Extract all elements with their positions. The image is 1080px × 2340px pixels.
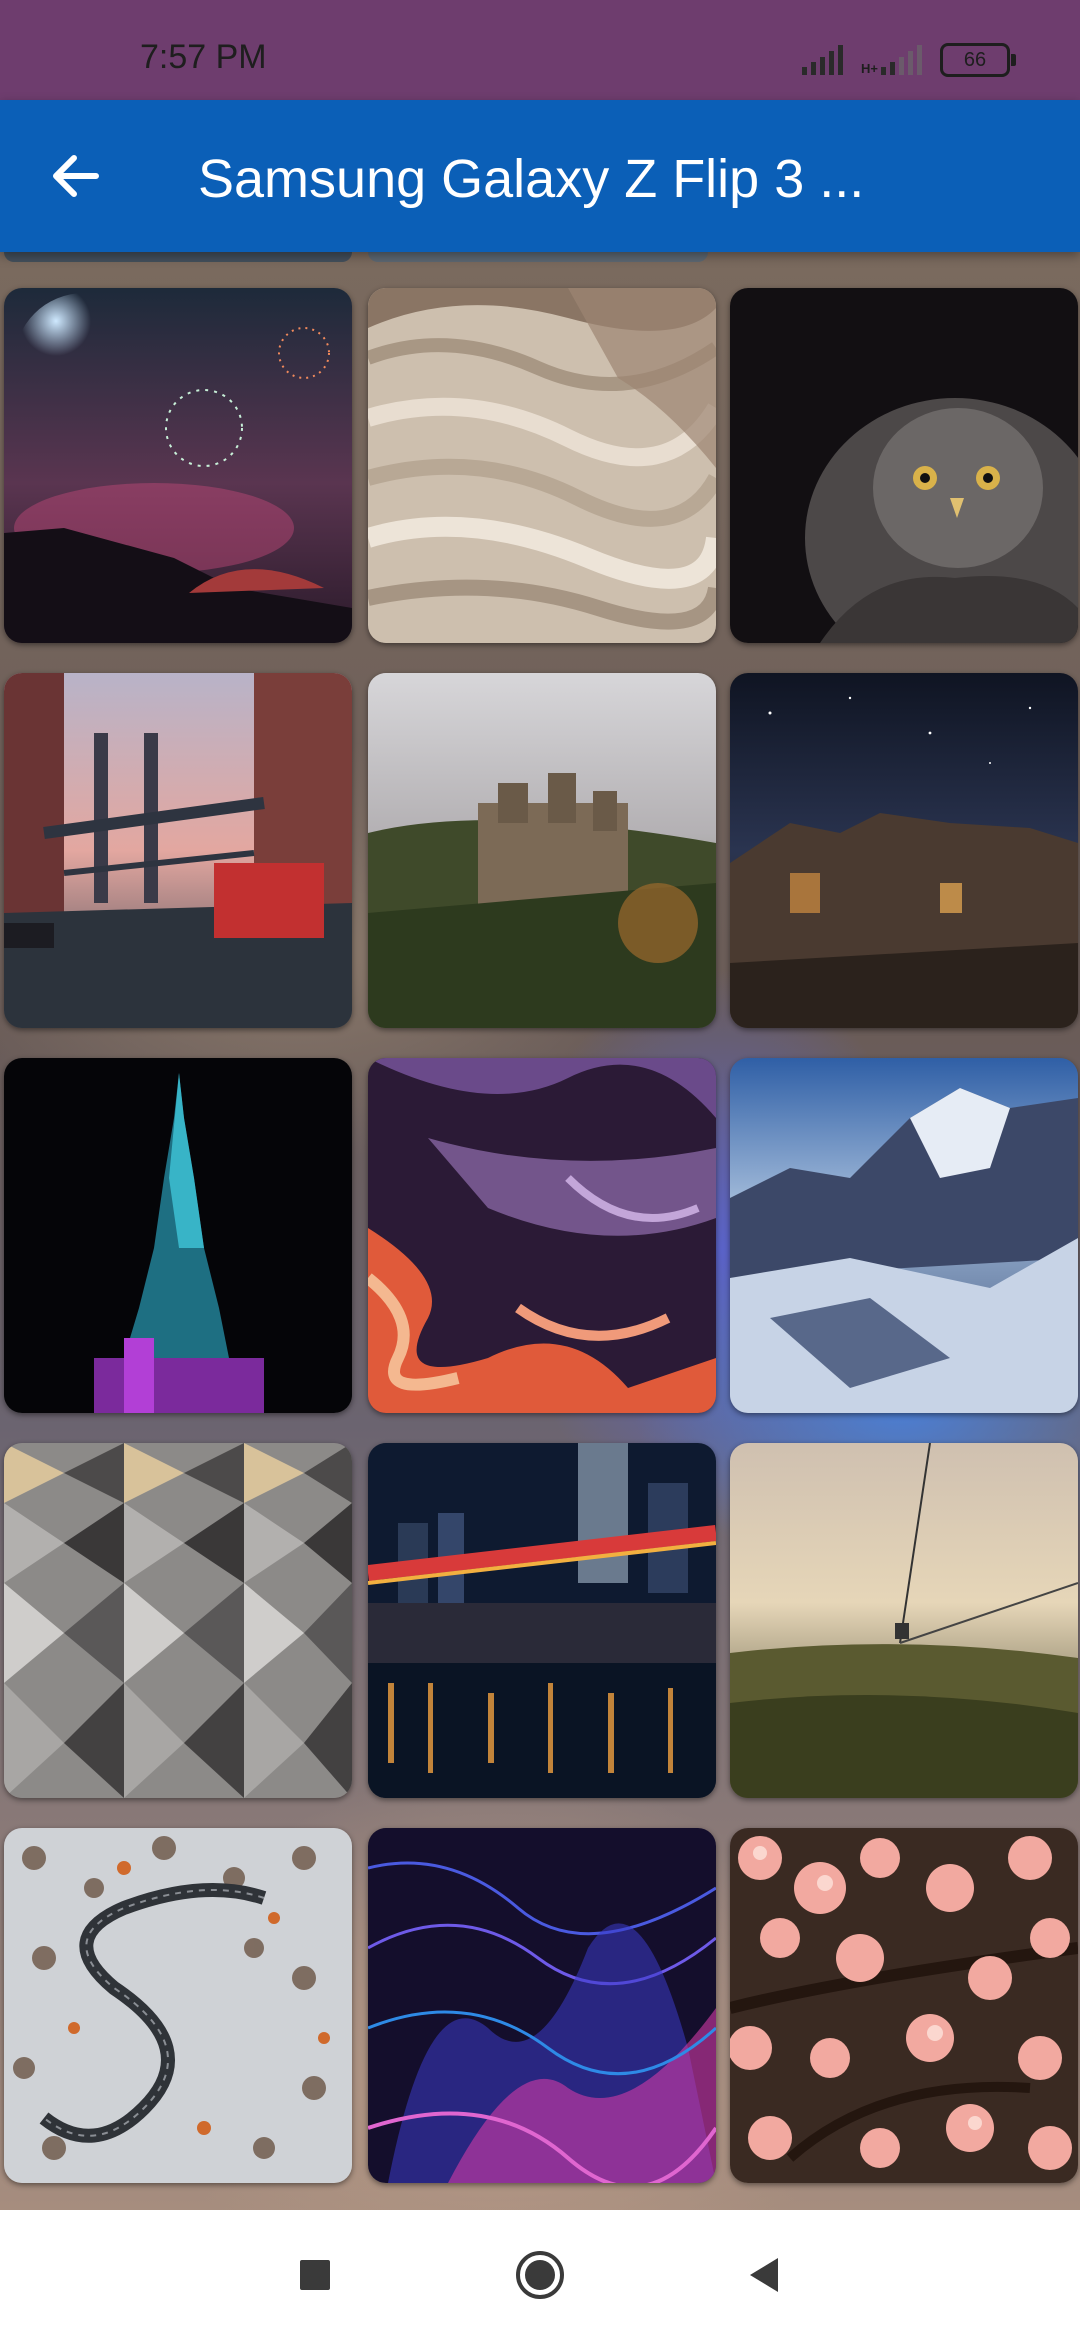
app-bar: Samsung Galaxy Z Flip 3 ... xyxy=(0,100,1080,252)
signal-icon-2 xyxy=(881,45,922,75)
wallpaper-owl xyxy=(730,288,1078,643)
signal-icon xyxy=(802,45,844,75)
wallpaper-tile-partial[interactable] xyxy=(368,252,708,262)
wallpaper-neon-tower xyxy=(4,1058,352,1413)
wallpaper-desert-badlands xyxy=(368,288,716,643)
wallpaper-tile[interactable] xyxy=(730,1443,1078,1798)
wallpaper-tile[interactable] xyxy=(368,1443,716,1798)
wallpaper-city-bridge-night xyxy=(368,1443,716,1798)
square-icon xyxy=(300,2260,330,2290)
wallpaper-snowy-mountains xyxy=(730,1058,1078,1413)
wallpaper-tile[interactable] xyxy=(368,288,716,643)
wallpaper-tile[interactable] xyxy=(730,673,1078,1028)
back-nav-button[interactable] xyxy=(740,2250,790,2300)
wallpaper-tile[interactable] xyxy=(368,1828,716,2183)
wallpaper-fireworks xyxy=(4,288,352,643)
wallpaper-tile[interactable] xyxy=(368,1058,716,1413)
wallpaper-tile[interactable] xyxy=(4,1443,352,1798)
home-button[interactable] xyxy=(515,2250,565,2300)
wallpaper-foggy-cable-car xyxy=(730,1443,1078,1798)
wallpaper-starry-ruins xyxy=(730,673,1078,1028)
circle-icon xyxy=(516,2251,564,2299)
recents-button[interactable] xyxy=(290,2250,340,2300)
triangle-back-icon xyxy=(750,2258,778,2292)
wallpaper-winding-road-aerial xyxy=(4,1828,352,2183)
wallpaper-tile[interactable] xyxy=(4,288,352,643)
wallpaper-tile-partial[interactable] xyxy=(4,252,352,262)
back-button[interactable] xyxy=(44,144,108,208)
status-icons: H+ 66 xyxy=(802,42,1016,78)
wallpaper-manhattan-bridge-street xyxy=(4,673,352,1028)
battery-icon: 66 xyxy=(940,43,1016,77)
wallpaper-neon-wave-lines xyxy=(368,1828,716,2183)
arrow-left-icon xyxy=(53,155,99,197)
wallpaper-geodesic-panels xyxy=(4,1443,352,1798)
wallpaper-tile[interactable] xyxy=(4,1828,352,2183)
navigation-bar xyxy=(0,2210,1080,2340)
page-title: Samsung Galaxy Z Flip 3 ... xyxy=(198,149,865,209)
wallpaper-tile[interactable] xyxy=(4,673,352,1028)
wallpaper-tile[interactable] xyxy=(368,673,716,1028)
wallpaper-tile[interactable] xyxy=(4,1058,352,1413)
wallpaper-tile[interactable] xyxy=(730,288,1078,643)
status-time: 7:57 PM xyxy=(140,38,267,76)
wallpaper-tile[interactable] xyxy=(730,1828,1078,2183)
wallpaper-castle-on-hill xyxy=(368,673,716,1028)
network-type: H+ xyxy=(861,61,878,76)
wallpaper-marbled-paint xyxy=(368,1058,716,1413)
status-bar: 7:57 PM H+ 66 xyxy=(0,0,1080,100)
wallpaper-pink-blossoms xyxy=(730,1828,1078,2183)
wallpaper-tile[interactable] xyxy=(730,1058,1078,1413)
